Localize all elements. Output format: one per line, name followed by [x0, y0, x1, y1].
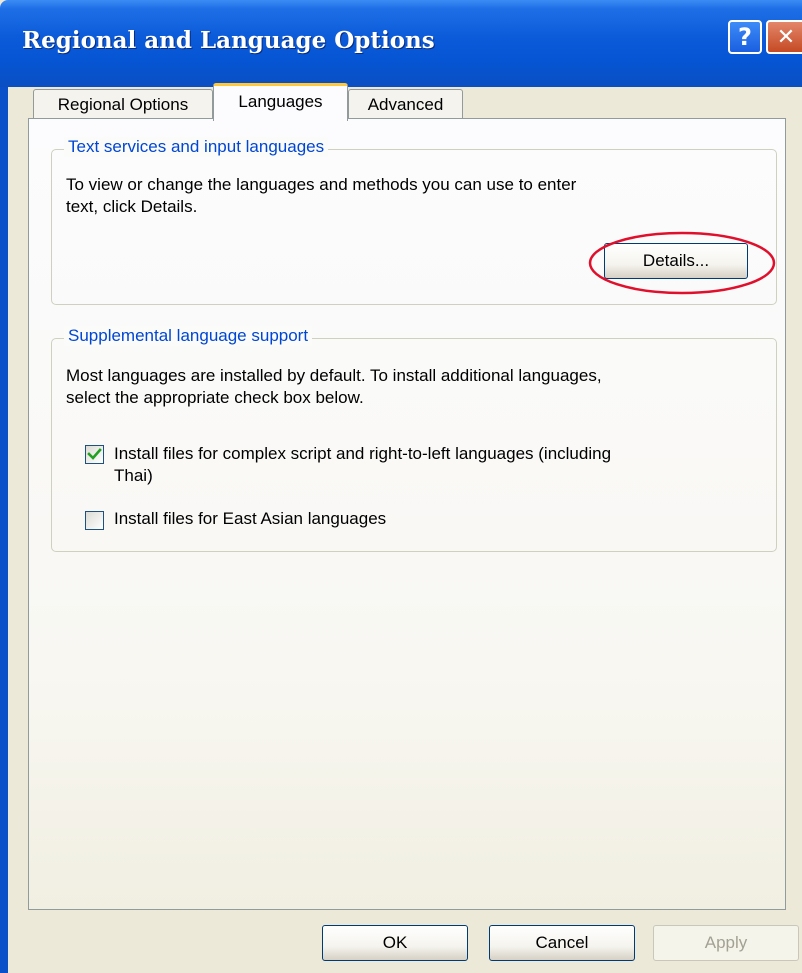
tab-advanced[interactable]: Advanced: [348, 89, 463, 121]
window-left-border: [0, 87, 8, 973]
tab-languages[interactable]: Languages: [213, 83, 348, 121]
checkmark-icon: [87, 448, 102, 460]
supplemental-legend: Supplemental language support: [64, 326, 313, 346]
help-button[interactable]: ?: [728, 20, 762, 54]
window-title: Regional and Language Options: [22, 27, 435, 54]
supplemental-description-line2: select the appropriate check box below.: [66, 388, 364, 407]
complex-script-label-line2[interactable]: Thai): [114, 465, 153, 487]
question-mark-icon: ?: [738, 23, 752, 51]
ok-button[interactable]: OK: [322, 925, 468, 961]
complex-script-label-line1[interactable]: Install files for complex script and rig…: [114, 443, 611, 465]
title-bar[interactable]: Regional and Language Options ? ✕: [0, 0, 802, 87]
close-icon: ✕: [776, 24, 796, 50]
east-asian-checkbox[interactable]: [85, 511, 104, 530]
languages-tab-panel: Text services and input languages To vie…: [28, 118, 786, 910]
supplemental-language-group: Supplemental language support Most langu…: [51, 326, 777, 552]
close-button[interactable]: ✕: [766, 20, 802, 54]
tab-regional-options[interactable]: Regional Options: [33, 89, 213, 121]
east-asian-label[interactable]: Install files for East Asian languages: [114, 508, 386, 530]
supplemental-description-line1: Most languages are installed by default.…: [66, 366, 602, 385]
text-services-description-line2: text, click Details.: [66, 197, 198, 216]
text-services-legend: Text services and input languages: [64, 137, 329, 157]
highlight-circle: [588, 231, 776, 295]
text-services-description-line1: To view or change the languages and meth…: [66, 175, 577, 194]
complex-script-checkbox[interactable]: [85, 445, 104, 464]
regional-language-options-window: Regional and Language Options ? ✕ Region…: [0, 0, 802, 973]
apply-button[interactable]: Apply: [653, 925, 799, 961]
cancel-button[interactable]: Cancel: [489, 925, 635, 961]
text-services-group: Text services and input languages To vie…: [51, 137, 777, 305]
